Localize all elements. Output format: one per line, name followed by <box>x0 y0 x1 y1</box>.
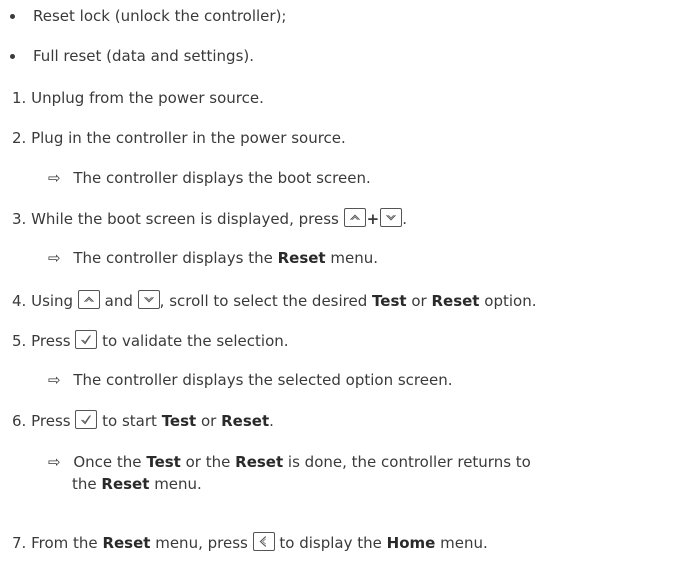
result-text: The controller displays the <box>73 249 273 267</box>
result-text: menu. <box>330 249 378 267</box>
home-term: Home <box>386 534 436 552</box>
step-number: 1. <box>12 89 27 107</box>
down-key-icon <box>380 208 403 227</box>
reset-term: Reset <box>277 249 326 267</box>
period: . <box>269 412 274 430</box>
step-text: and <box>104 292 133 310</box>
step-5: 5. Press to validate the selection. <box>12 330 289 351</box>
back-key-icon <box>252 532 275 551</box>
step-number: 2. <box>12 129 27 147</box>
result-text: The controller displays the selected opt… <box>73 371 453 389</box>
result-text: The controller displays the boot screen. <box>73 169 371 187</box>
plus-sign: + <box>366 210 380 228</box>
step-text: or <box>200 412 217 430</box>
check-key-icon <box>75 330 98 349</box>
step-number: 4. <box>12 292 27 310</box>
step-text: option. <box>484 292 537 310</box>
step-text: Unplug from the power source. <box>31 89 264 107</box>
down-key-icon <box>137 290 160 309</box>
step-text: to validate the selection. <box>102 332 289 350</box>
result-arrow-icon: ⇨ <box>48 453 61 471</box>
result-arrow-icon: ⇨ <box>48 169 61 187</box>
step-2: 2. Plug in the controller in the power s… <box>12 128 346 148</box>
step-text: From the <box>31 534 98 552</box>
step-text: menu. <box>440 534 488 552</box>
step-text: Using <box>31 292 74 310</box>
test-term: Test <box>146 453 181 471</box>
step-text: Press <box>31 332 71 350</box>
reset-term: Reset <box>101 475 150 493</box>
step-4: 4. Using and , scroll to select the desi… <box>12 290 536 311</box>
step-text: , scroll to select the desired <box>159 292 368 310</box>
reset-term: Reset <box>431 292 480 310</box>
test-term: Test <box>161 412 197 430</box>
step-text: Plug in the controller in the power sour… <box>31 129 346 147</box>
result-arrow-icon: ⇨ <box>48 249 61 267</box>
bullet-dot <box>10 54 15 59</box>
step-number: 3. <box>12 210 27 228</box>
step-text: to start <box>102 412 157 430</box>
step-5-result: ⇨ The controller displays the selected o… <box>48 370 453 390</box>
up-key-icon <box>343 208 366 227</box>
step-3-result: ⇨ The controller displays the Reset menu… <box>48 248 378 268</box>
result-text: menu. <box>154 475 202 493</box>
step-1: 1. Unplug from the power source. <box>12 88 264 108</box>
step-7: 7. From the Reset menu, press to display… <box>12 532 488 553</box>
result-text: or the <box>185 453 231 471</box>
step-text: or <box>411 292 427 310</box>
reset-term: Reset <box>102 534 151 552</box>
step-6: 6. Press to start Test or Reset. <box>12 410 274 431</box>
result-text: the <box>72 475 97 493</box>
up-key-icon <box>77 290 100 309</box>
step-3: 3. While the boot screen is displayed, p… <box>12 208 407 229</box>
step-6-result-continued: the Reset menu. <box>72 474 202 494</box>
step-number: 5. <box>12 332 27 350</box>
test-term: Test <box>372 292 407 310</box>
step-text: menu, press <box>155 534 248 552</box>
step-2-result: ⇨ The controller displays the boot scree… <box>48 168 371 188</box>
step-number: 7. <box>12 534 27 552</box>
step-number: 6. <box>12 412 27 430</box>
bullet-item: Reset lock (unlock the controller); <box>33 7 287 25</box>
step-6-result: ⇨ Once the Test or the Reset is done, th… <box>48 452 531 472</box>
result-text: Once the <box>73 453 142 471</box>
reset-term: Reset <box>235 453 284 471</box>
step-text: Press <box>31 412 71 430</box>
result-text: is done, the controller returns to <box>287 453 531 471</box>
step-text: While the boot screen is displayed, pres… <box>31 210 339 228</box>
check-key-icon <box>75 410 98 429</box>
period: . <box>402 210 407 228</box>
bullet-dot <box>10 14 15 19</box>
bullet-item: Full reset (data and settings). <box>33 47 255 65</box>
result-arrow-icon: ⇨ <box>48 371 61 389</box>
reset-term: Reset <box>221 412 270 430</box>
step-text: to display the <box>279 534 382 552</box>
